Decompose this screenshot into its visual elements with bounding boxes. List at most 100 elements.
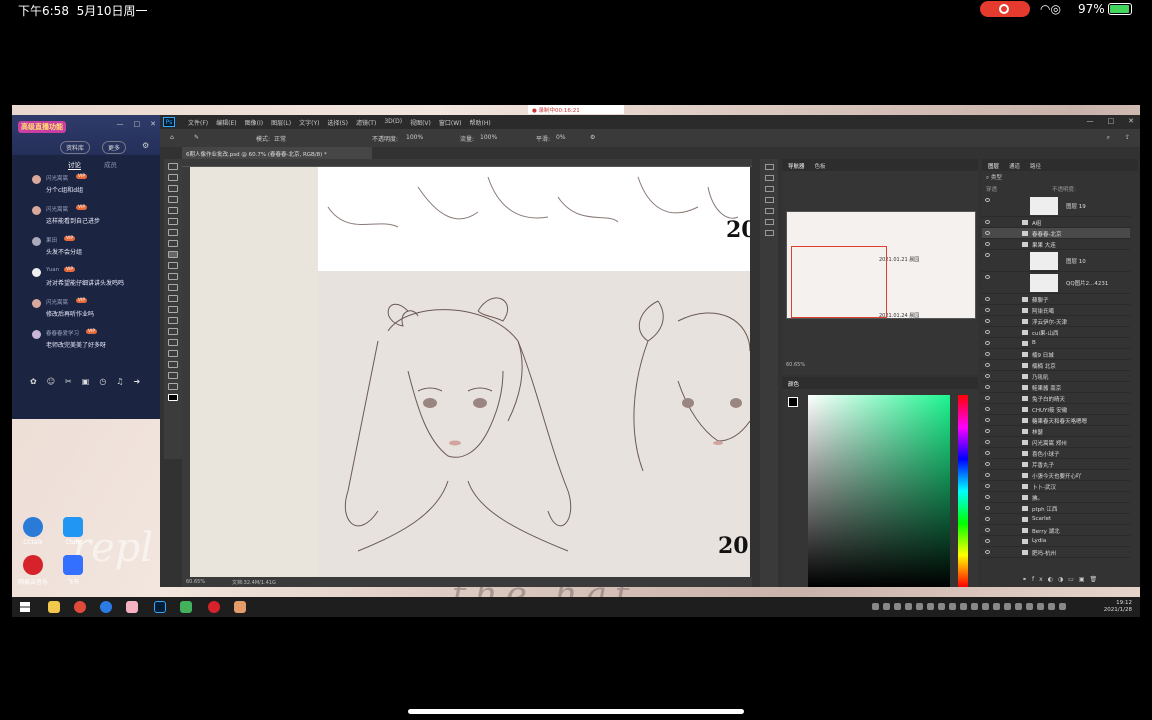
desktop-icon-netease-music[interactable]: 网易云音乐 xyxy=(16,555,50,586)
desktop-icon-ctalk[interactable]: Ctalk xyxy=(56,517,90,546)
minimize-icon[interactable]: — xyxy=(117,120,124,128)
menu-layer[interactable]: 图层(L) xyxy=(271,118,291,127)
layer-group-row[interactable]: 喜色小球子 xyxy=(982,448,1130,459)
eye-icon[interactable] xyxy=(985,484,990,488)
photoshop-taskbar-icon[interactable] xyxy=(154,601,166,613)
tray-icon[interactable] xyxy=(993,603,1000,610)
status-zoom[interactable]: 60.65% xyxy=(186,579,205,585)
tab-color[interactable]: 颜色 xyxy=(788,380,799,388)
menu-type[interactable]: 文字(Y) xyxy=(299,118,319,127)
menu-window[interactable]: 窗口(W) xyxy=(439,118,462,127)
adjustments-icon[interactable] xyxy=(764,208,774,214)
zoom-tool-icon[interactable] xyxy=(168,383,178,390)
mode-select[interactable]: 正常 xyxy=(274,134,286,143)
eye-icon[interactable] xyxy=(985,198,990,202)
minimize-icon[interactable]: — xyxy=(1087,117,1094,125)
frame-tool-icon[interactable] xyxy=(168,218,178,225)
layer-row[interactable]: QQ图片2...4231 xyxy=(982,272,1130,294)
eye-icon[interactable] xyxy=(985,429,990,433)
flow-field[interactable]: 100% xyxy=(480,134,497,141)
search-icon[interactable]: ⌕ xyxy=(1107,134,1110,142)
eraser-tool-icon[interactable] xyxy=(168,284,178,291)
eye-icon[interactable] xyxy=(985,308,990,312)
tray-icon[interactable] xyxy=(905,603,912,610)
layer-group-row[interactable]: 阿柒氏噶 xyxy=(982,305,1130,316)
tab-layers[interactable]: 图层 xyxy=(988,162,999,170)
recorder-taskbar-icon[interactable] xyxy=(234,601,246,613)
eye-icon[interactable] xyxy=(985,451,990,455)
healing-tool-icon[interactable] xyxy=(168,240,178,247)
eye-icon[interactable] xyxy=(985,363,990,367)
layer-group-row[interactable]: 浮云伊尔-天津 xyxy=(982,316,1130,327)
eye-icon[interactable] xyxy=(985,319,990,323)
blend-mode-select[interactable]: 穿透 xyxy=(986,185,997,193)
lasso-tool-icon[interactable] xyxy=(168,185,178,192)
crop-tool-icon[interactable] xyxy=(168,207,178,214)
layer-group-row[interactable]: 闪光嵩嵩 郑州 xyxy=(982,437,1130,448)
layer-group-row[interactable]: 肥吗-杭州 xyxy=(982,547,1130,558)
brush-tool-icon[interactable]: ✎ xyxy=(194,134,199,141)
eye-icon[interactable] xyxy=(985,341,990,345)
scissors-icon[interactable]: ✂ xyxy=(65,377,72,386)
layer-group-row[interactable]: A组 xyxy=(982,217,1130,228)
hand-tool-icon[interactable] xyxy=(168,372,178,379)
gear-icon[interactable]: ⚙ xyxy=(590,134,595,141)
flower-icon[interactable]: ✿ xyxy=(30,377,37,386)
menu-filter[interactable]: 滤镜(T) xyxy=(356,118,376,127)
chrome-icon[interactable] xyxy=(74,601,86,613)
tray-icon[interactable] xyxy=(1004,603,1011,610)
home-icon[interactable]: ⌂ xyxy=(170,134,174,141)
layer-row[interactable]: 图层 19 xyxy=(982,195,1130,217)
eye-icon[interactable] xyxy=(985,220,990,224)
arrow-icon[interactable]: ➜ xyxy=(133,377,140,386)
clock-icon[interactable]: ◷ xyxy=(99,377,106,386)
eye-icon[interactable] xyxy=(985,550,990,554)
navigator-preview[interactable]: 2021.01.21 晨园 2021.01.24 晨园 xyxy=(786,211,976,319)
layer-opacity-label[interactable]: 不透明度: xyxy=(1052,185,1076,193)
settings-icon[interactable]: ⚙ xyxy=(142,141,149,150)
netease-music-taskbar-icon[interactable] xyxy=(208,601,220,613)
layer-group-row[interactable]: 乃吼吼 xyxy=(982,371,1130,382)
tray-icon[interactable] xyxy=(1059,603,1066,610)
tab-discussion[interactable]: 讨论 xyxy=(68,159,81,170)
eye-icon[interactable] xyxy=(985,506,990,510)
layer-group-row[interactable]: 小張今天也要开心吖 xyxy=(982,470,1130,481)
desktop-icon-feishu[interactable]: 飞书 xyxy=(56,555,90,586)
eye-icon[interactable] xyxy=(985,297,990,301)
move-tool-icon[interactable] xyxy=(168,163,178,170)
eye-icon[interactable] xyxy=(985,495,990,499)
layer-footer-icons[interactable]: ⚭fx◐◑▭▣🗑 xyxy=(1022,576,1102,583)
menu-image[interactable]: 图像(I) xyxy=(245,118,263,127)
eye-icon[interactable] xyxy=(985,517,990,521)
layer-group-row[interactable]: 楠9 日城 xyxy=(982,349,1130,360)
tray-icon[interactable] xyxy=(971,603,978,610)
document-tab[interactable]: 6期人像作业批改.psd @ 60.7% (春春春-北京, RGB/8) * xyxy=(182,147,372,159)
tab-navigator[interactable]: 导航器 xyxy=(788,162,805,170)
layer-group-row[interactable]: CHUYI筱 安徽 xyxy=(982,404,1130,415)
eye-icon[interactable] xyxy=(985,396,990,400)
gradient-tool-icon[interactable] xyxy=(168,295,178,302)
navigator-view-box[interactable] xyxy=(791,246,887,318)
layer-group-row[interactable]: 拂。 xyxy=(982,492,1130,503)
app-icon[interactable] xyxy=(126,601,138,613)
browser-icon[interactable] xyxy=(100,601,112,613)
color-picker-field[interactable] xyxy=(808,395,950,587)
menu-file[interactable]: 文件(F) xyxy=(188,118,208,127)
layer-group-row[interactable]: B xyxy=(982,338,1130,349)
layer-row[interactable]: 图层 10 xyxy=(982,250,1130,272)
eye-icon[interactable] xyxy=(985,528,990,532)
eye-icon[interactable] xyxy=(985,330,990,334)
tab-members[interactable]: 成员 xyxy=(104,159,117,169)
eye-icon[interactable] xyxy=(985,352,990,356)
pen-tool-icon[interactable] xyxy=(168,328,178,335)
tray-icon[interactable] xyxy=(949,603,956,610)
eye-icon[interactable] xyxy=(985,374,990,378)
document-canvas[interactable]: 20 20 xyxy=(190,167,750,577)
smoothing-field[interactable]: 0% xyxy=(556,134,566,141)
dodge-tool-icon[interactable] xyxy=(168,317,178,324)
menu-edit[interactable]: 编辑(E) xyxy=(216,118,236,127)
layer-group-row[interactable]: 春春春-北京 xyxy=(982,228,1130,239)
eye-icon[interactable] xyxy=(985,407,990,411)
eye-icon[interactable] xyxy=(985,231,990,235)
properties-icon[interactable] xyxy=(764,219,774,225)
